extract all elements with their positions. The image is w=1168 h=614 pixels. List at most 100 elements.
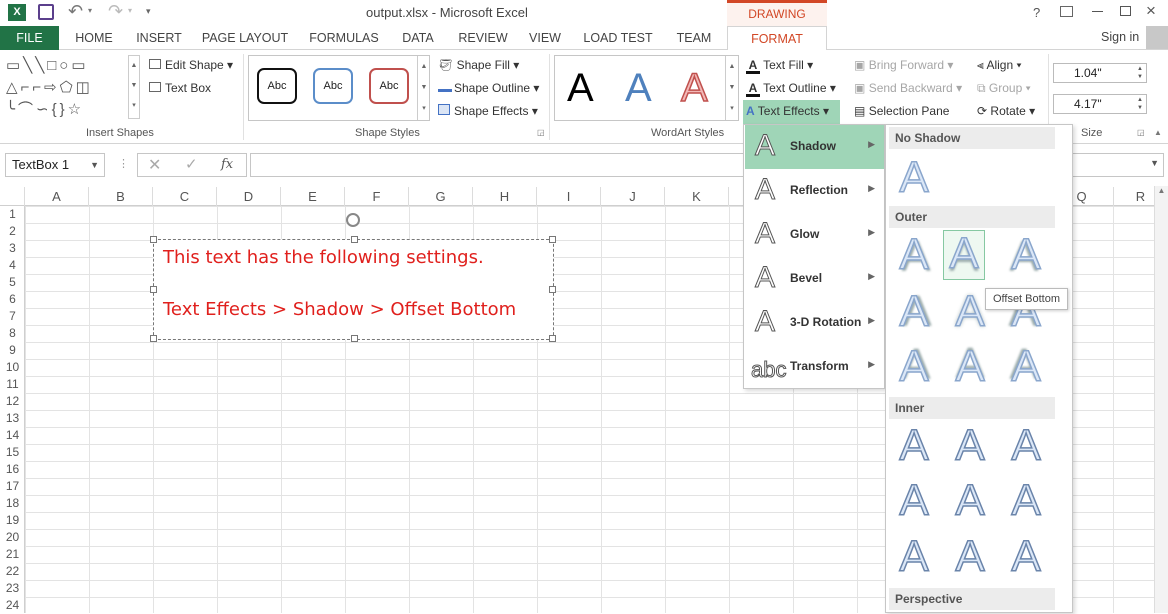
restore-icon[interactable]: [1120, 6, 1131, 16]
tab-data[interactable]: DATA: [394, 26, 442, 50]
row-header[interactable]: 11: [0, 376, 25, 393]
shape-style-sample[interactable]: Abc: [313, 68, 353, 104]
resize-handle[interactable]: [549, 236, 556, 243]
column-header[interactable]: I: [537, 187, 601, 206]
save-icon[interactable]: [38, 4, 54, 20]
shadow-outer-offset-diagonal-top-right[interactable]: A: [893, 343, 935, 394]
shadow-inner-option[interactable]: A: [1005, 422, 1047, 473]
avatar[interactable]: [1146, 26, 1168, 49]
wordart-sample[interactable]: A: [625, 68, 652, 108]
menu-item-bevel[interactable]: A Bevel ▶: [745, 257, 884, 301]
menu-item-glow[interactable]: A Glow ▶: [745, 213, 884, 257]
wordart-sample[interactable]: A: [680, 67, 708, 109]
text-box-line-1[interactable]: This text has the following settings.: [163, 247, 484, 268]
text-box-line-2[interactable]: Text Effects > Shadow > Offset Bottom: [163, 299, 516, 320]
dialog-launcher-icon[interactable]: ◲: [1137, 128, 1145, 137]
insert-function-icon[interactable]: fx: [221, 157, 233, 172]
column-header[interactable]: K: [665, 187, 729, 206]
shadow-outer-offset-diagonal-top-left[interactable]: A: [1005, 343, 1047, 394]
shape-width-input[interactable]: 4.17" ▲ ▼: [1053, 94, 1147, 114]
resize-handle[interactable]: [351, 236, 358, 243]
row-header[interactable]: 19: [0, 512, 25, 529]
tab-insert[interactable]: INSERT: [128, 26, 190, 50]
confirm-entry-icon[interactable]: ✓: [185, 155, 198, 173]
row-header[interactable]: 8: [0, 325, 25, 342]
rotation-handle-icon[interactable]: [346, 213, 360, 227]
ribbon-display-icon[interactable]: [1060, 6, 1073, 17]
row-header[interactable]: 18: [0, 495, 25, 512]
row-header[interactable]: 16: [0, 461, 25, 478]
row-header[interactable]: 12: [0, 393, 25, 410]
tab-formulas[interactable]: FORMULAS: [302, 26, 386, 50]
resize-handle[interactable]: [150, 286, 157, 293]
resize-handle[interactable]: [351, 335, 358, 342]
menu-item-shadow[interactable]: A Shadow ▶: [745, 125, 884, 169]
row-header[interactable]: 14: [0, 427, 25, 444]
resize-handle[interactable]: [549, 286, 556, 293]
redo-icon[interactable]: ↷: [108, 1, 123, 22]
row-header[interactable]: 5: [0, 274, 25, 291]
row-header[interactable]: 15: [0, 444, 25, 461]
undo-dropdown-icon[interactable]: ▾: [88, 6, 92, 15]
bring-forward-button[interactable]: ▣ Bring Forward ▾: [854, 57, 953, 73]
sign-in-link[interactable]: Sign in: [1101, 30, 1139, 44]
spin-arrows-icon[interactable]: ▲ ▼: [1137, 96, 1143, 112]
row-header[interactable]: 7: [0, 308, 25, 325]
minimize-icon[interactable]: [1092, 11, 1103, 12]
row-header[interactable]: 22: [0, 563, 25, 580]
resize-handle[interactable]: [549, 335, 556, 342]
customize-qat-icon[interactable]: ▾: [146, 6, 151, 17]
text-box-button[interactable]: Text Box: [149, 80, 211, 96]
help-button[interactable]: ?: [1033, 5, 1040, 20]
dialog-launcher-icon[interactable]: ◲: [537, 128, 545, 137]
selection-pane-button[interactable]: ▤ Selection Pane: [854, 103, 949, 119]
text-fill-button[interactable]: A Text Fill ▾: [746, 57, 813, 74]
row-header[interactable]: 4: [0, 257, 25, 274]
spin-arrows-icon[interactable]: ▲ ▼: [1137, 65, 1143, 81]
resize-handle[interactable]: [150, 335, 157, 342]
column-header[interactable]: D: [217, 187, 281, 206]
collapse-ribbon-icon[interactable]: ▲: [1154, 128, 1162, 137]
shape-height-input[interactable]: 1.04" ▲ ▼: [1053, 63, 1147, 83]
edit-shape-button[interactable]: Edit Shape ▾: [149, 57, 233, 73]
shadow-inner-option[interactable]: A: [1005, 533, 1047, 584]
row-header[interactable]: 2: [0, 223, 25, 240]
shapes-scroll[interactable]: ▲ ▼ ▾: [128, 55, 140, 119]
menu-item-transform[interactable]: abc Transform ▶: [745, 345, 884, 389]
row-header[interactable]: 9: [0, 342, 25, 359]
shape-fill-button[interactable]: 🪣︎ Shape Fill ▾: [438, 57, 519, 73]
shadow-inner-option[interactable]: A: [949, 422, 991, 473]
expand-formula-icon[interactable]: ▼: [1150, 158, 1159, 168]
row-header[interactable]: 10: [0, 359, 25, 376]
column-header[interactable]: A: [25, 187, 89, 206]
text-effects-button[interactable]: A Text Effects ▾: [743, 100, 840, 124]
vertical-scrollbar[interactable]: ▲: [1154, 186, 1168, 613]
column-header[interactable]: F: [345, 187, 409, 206]
row-header[interactable]: 6: [0, 291, 25, 308]
text-box-shape[interactable]: This text has the following settings. Te…: [150, 236, 556, 342]
shape-style-sample[interactable]: Abc: [257, 68, 297, 104]
shape-styles-gallery[interactable]: Abc Abc Abc ▲ ▼ ▾: [248, 55, 430, 121]
shape-style-sample[interactable]: Abc: [369, 68, 409, 104]
column-header[interactable]: H: [473, 187, 537, 206]
tab-view[interactable]: VIEW: [522, 26, 568, 50]
rotate-button[interactable]: ⟳ Rotate ▾: [977, 103, 1035, 119]
resize-handle[interactable]: [150, 236, 157, 243]
tab-team[interactable]: TEAM: [666, 26, 722, 50]
shadow-inner-option[interactable]: A: [1005, 477, 1047, 528]
column-header[interactable]: B: [89, 187, 153, 206]
shape-styles-scroll[interactable]: ▲ ▼ ▾: [417, 56, 430, 120]
group-button[interactable]: ⧉ Group ▾: [977, 80, 1031, 96]
no-shadow-option[interactable]: A: [893, 154, 935, 205]
row-header[interactable]: 21: [0, 546, 25, 563]
shape-effects-button[interactable]: Shape Effects ▾: [438, 103, 538, 119]
shadow-outer-offset-diagonal-bottom-right[interactable]: A: [893, 231, 935, 282]
tab-format[interactable]: FORMAT: [727, 26, 827, 51]
name-box[interactable]: TextBox 1 ▼: [5, 153, 105, 177]
scroll-up-icon[interactable]: ▲: [1155, 186, 1168, 195]
text-outline-button[interactable]: A Text Outline ▾: [746, 80, 836, 97]
menu-item-reflection[interactable]: A Reflection ▶: [745, 169, 884, 213]
shapes-gallery[interactable]: ▭╲╲□○▭ △⌐⌐⇨⬠◫ ╰⌒∽{}☆: [4, 55, 142, 121]
close-icon[interactable]: ×: [1146, 1, 1156, 21]
redo-dropdown-icon[interactable]: ▾: [128, 6, 132, 15]
